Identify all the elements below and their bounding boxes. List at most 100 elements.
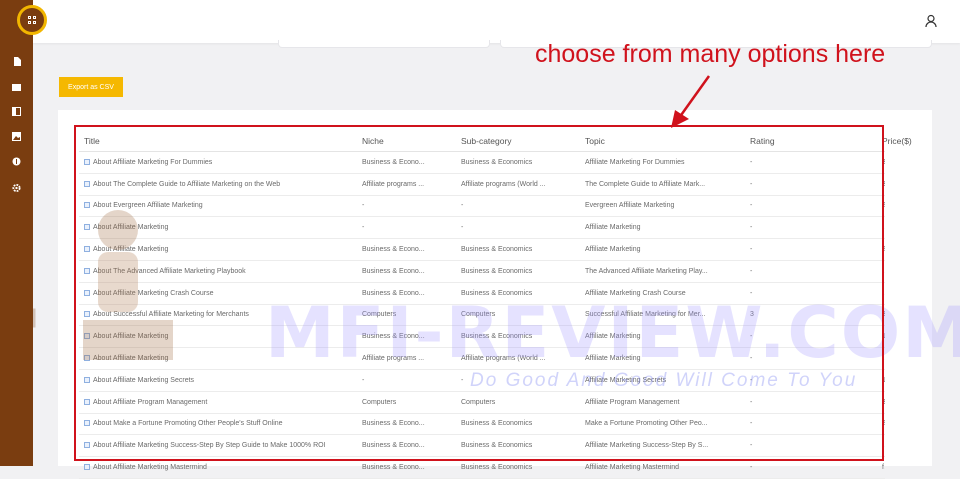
panel-icon[interactable] — [12, 107, 21, 116]
topic-cell: Affiliate Marketing Mastermind — [580, 456, 745, 479]
niche-cell: Affiliate programs ... — [357, 347, 456, 370]
table-row[interactable]: About Make a Fortune Promoting Other Peo… — [79, 413, 885, 436]
title-cell[interactable]: About Affiliate Marketing — [79, 325, 357, 349]
table-row[interactable]: About The Complete Guide to Affiliate Ma… — [79, 173, 885, 196]
checkbox-icon[interactable] — [84, 180, 90, 187]
title-cell[interactable]: About Affiliate Marketing — [79, 347, 357, 370]
table-row[interactable]: About Affiliate Program Management Compu… — [79, 391, 885, 414]
price-cell: 22 — [818, 413, 885, 436]
title-text: About Affiliate Marketing Success-Step B… — [93, 442, 326, 450]
subcategory-cell: Business & Economics — [456, 325, 580, 349]
niche-cell: Business & Econo... — [357, 151, 456, 174]
app-logo[interactable] — [17, 5, 47, 35]
page-icon[interactable] — [12, 57, 21, 66]
checkbox-icon[interactable] — [84, 420, 90, 427]
rating-cell: - — [745, 325, 818, 349]
column-header-niche[interactable]: Niche — [357, 131, 456, 152]
table-row[interactable]: About Successful Affiliate Marketing for… — [79, 304, 885, 327]
title-cell[interactable]: About Affiliate Program Management — [79, 391, 357, 414]
checkbox-icon[interactable] — [84, 158, 90, 165]
column-header-topic[interactable]: Topic — [580, 131, 745, 152]
folder-icon[interactable] — [12, 82, 21, 91]
table-row[interactable]: About Affiliate Marketing Mastermind Bus… — [79, 456, 885, 479]
title-cell[interactable]: About Evergreen Affiliate Marketing — [79, 195, 357, 218]
checkbox-icon[interactable] — [84, 398, 90, 405]
subcategory-cell: Computers — [456, 391, 580, 414]
title-cell[interactable]: About Affiliate Marketing Success-Step B… — [79, 434, 357, 458]
info-icon[interactable] — [12, 157, 21, 166]
title-cell[interactable]: About The Advanced Affiliate Marketing P… — [79, 260, 357, 283]
niche-cell: - — [357, 216, 456, 240]
title-cell[interactable]: About Affiliate Marketing Crash Course — [79, 282, 357, 305]
table-row[interactable]: About Evergreen Affiliate Marketing - - … — [79, 195, 885, 218]
title-text: About The Advanced Affiliate Marketing P… — [93, 267, 246, 275]
rating-cell: - — [745, 369, 818, 392]
niche-cell: Computers — [357, 304, 456, 327]
checkbox-icon[interactable] — [84, 442, 90, 449]
rating-cell: - — [745, 195, 818, 218]
checkbox-icon[interactable] — [84, 246, 90, 253]
topic-cell: Evergreen Affiliate Marketing — [580, 195, 745, 218]
subcategory-cell: Business & Economics — [456, 434, 580, 458]
topic-cell: Affiliate Marketing Success-Step By S... — [580, 434, 745, 458]
subcategory-cell: Business & Economics — [456, 151, 580, 174]
niche-cell: Business & Econo... — [357, 434, 456, 458]
price-cell: free — [818, 216, 885, 240]
checkbox-icon[interactable] — [84, 267, 90, 274]
checkbox-icon[interactable] — [84, 333, 90, 340]
checkbox-icon[interactable] — [84, 289, 90, 296]
column-header-title[interactable]: Title — [79, 131, 357, 152]
price-cell: free — [818, 260, 885, 283]
title-cell[interactable]: About Affiliate Marketing Mastermind — [79, 456, 357, 479]
title-cell[interactable]: About Affiliate Marketing For Dummies — [79, 151, 357, 174]
settings-icon[interactable] — [12, 183, 21, 192]
title-text: About Successful Affiliate Marketing for… — [93, 311, 249, 319]
table-row[interactable]: About Affiliate Marketing Secrets - - Af… — [79, 369, 885, 392]
results-table: Title Niche Sub-category Topic Rating Pr… — [79, 131, 912, 479]
table-row[interactable]: About Affiliate Marketing Crash Course B… — [79, 282, 885, 305]
title-text: About Affiliate Marketing Crash Course — [93, 289, 214, 297]
column-header-price[interactable]: Price($) — [818, 131, 912, 152]
table-row[interactable]: About Affiliate Marketing - - Affiliate … — [79, 216, 885, 240]
image-icon[interactable] — [12, 132, 21, 141]
checkbox-icon[interactable] — [84, 224, 90, 231]
title-cell[interactable]: About Affiliate Marketing — [79, 238, 357, 261]
title-cell[interactable]: About The Complete Guide to Affiliate Ma… — [79, 173, 357, 196]
title-text: About Affiliate Marketing Secrets — [93, 376, 195, 384]
checkbox-icon[interactable] — [84, 464, 90, 471]
table-header-row: Title Niche Sub-category Topic Rating Pr… — [79, 131, 912, 152]
table-row[interactable]: About Affiliate Marketing Business & Eco… — [79, 238, 885, 261]
checkbox-icon[interactable] — [84, 355, 90, 362]
table-row[interactable]: About The Advanced Affiliate Marketing P… — [79, 260, 885, 283]
column-header-rating[interactable]: Rating — [745, 131, 818, 152]
column-header-subcategory[interactable]: Sub-category — [456, 131, 580, 152]
checkbox-icon[interactable] — [84, 376, 90, 383]
price-cell: free — [818, 347, 885, 370]
topic-cell: Affiliate Marketing For Dummies — [580, 151, 745, 174]
table-row[interactable]: About Affiliate Marketing For Dummies Bu… — [79, 151, 885, 174]
title-cell[interactable]: About Affiliate Marketing Secrets — [79, 369, 357, 392]
topic-cell: Make a Fortune Promoting Other Peo... — [580, 413, 745, 436]
checkbox-icon[interactable] — [84, 311, 90, 318]
table-row[interactable]: About Affiliate Marketing Success-Step B… — [79, 434, 885, 458]
checkbox-icon[interactable] — [84, 202, 90, 209]
table-row[interactable]: About Affiliate Marketing Affiliate prog… — [79, 347, 885, 370]
niche-cell: - — [357, 369, 456, 392]
rating-cell: - — [745, 347, 818, 370]
sidebar — [0, 0, 33, 466]
topic-cell: Successful Affiliate Marketing for Mer..… — [580, 304, 745, 327]
table-row[interactable]: About Affiliate Marketing Business & Eco… — [79, 325, 885, 349]
subcategory-cell: - — [456, 369, 580, 392]
title-cell[interactable]: About Successful Affiliate Marketing for… — [79, 304, 357, 327]
topic-cell: The Advanced Affiliate Marketing Play... — [580, 260, 745, 283]
export-csv-button[interactable]: Export as CSV — [59, 77, 123, 97]
subcategory-cell: Business & Economics — [456, 238, 580, 261]
summary-card — [278, 40, 490, 48]
annotation-arrow-icon — [671, 75, 711, 128]
niche-cell: Affiliate programs ... — [357, 173, 456, 196]
title-cell[interactable]: About Make a Fortune Promoting Other Peo… — [79, 413, 357, 436]
price-cell: 30 — [818, 151, 885, 174]
title-cell[interactable]: About Affiliate Marketing — [79, 216, 357, 240]
user-icon[interactable] — [924, 14, 938, 28]
grid-icon — [28, 16, 36, 24]
